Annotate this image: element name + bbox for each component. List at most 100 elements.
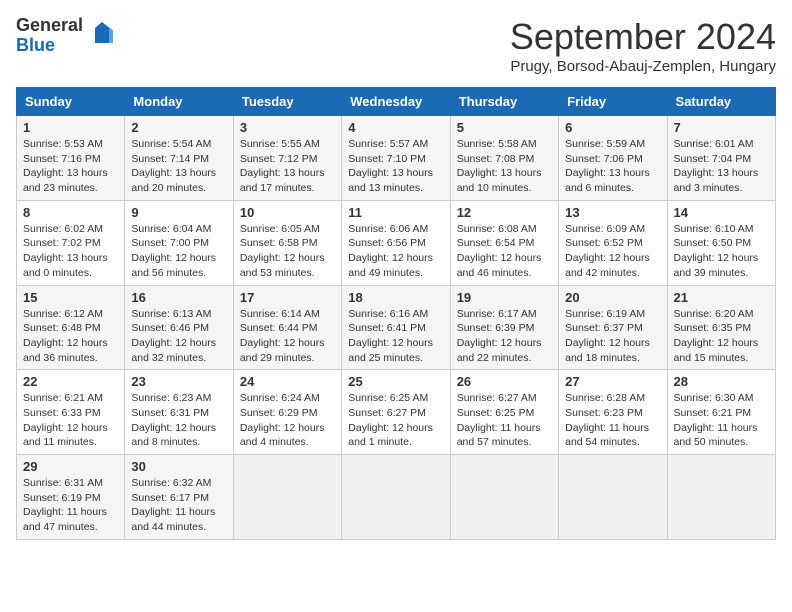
calendar-cell: 22 Sunrise: 6:21 AM Sunset: 6:33 PM Dayli… <box>17 370 125 455</box>
weekday-header: Thursday <box>450 88 558 116</box>
day-number: 6 <box>565 120 660 135</box>
day-info: Sunrise: 6:28 AM Sunset: 6:23 PM Dayligh… <box>565 392 649 448</box>
calendar-cell: 24 Sunrise: 6:24 AM Sunset: 6:29 PM Dayli… <box>233 370 341 455</box>
calendar-cell <box>559 455 667 540</box>
day-info: Sunrise: 6:02 AM Sunset: 7:02 PM Dayligh… <box>23 223 108 279</box>
day-number: 13 <box>565 205 660 220</box>
calendar-cell: 4 Sunrise: 5:57 AM Sunset: 7:10 PM Daylig… <box>342 116 450 201</box>
calendar-cell: 23Sunrise: 6:23 AM Sunset: 6:31 PM Dayli… <box>125 370 233 455</box>
day-number: 14 <box>674 205 769 220</box>
page-header: General Blue September 2024 Prugy, Borso… <box>16 16 776 75</box>
calendar-cell <box>233 455 341 540</box>
calendar-cell: 28 Sunrise: 6:30 AM Sunset: 6:21 PM Dayli… <box>667 370 775 455</box>
day-info: Sunrise: 6:05 AM Sunset: 6:58 PM Dayligh… <box>240 223 325 279</box>
day-number: 4 <box>348 120 443 135</box>
day-number: 10 <box>240 205 335 220</box>
day-info: Sunrise: 6:31 AM Sunset: 6:19 PM Dayligh… <box>23 477 107 533</box>
day-info: Sunrise: 6:09 AM Sunset: 6:52 PM Dayligh… <box>565 223 650 279</box>
calendar-cell: 5Sunrise: 5:58 AM Sunset: 7:08 PM Daylig… <box>450 116 558 201</box>
day-number: 9 <box>131 205 226 220</box>
day-info: Sunrise: 6:19 AM Sunset: 6:37 PM Dayligh… <box>565 308 650 364</box>
day-number: 25 <box>348 374 443 389</box>
day-number: 1 <box>23 120 118 135</box>
day-number: 2 <box>131 120 226 135</box>
day-number: 29 <box>23 459 118 474</box>
day-info: Sunrise: 5:53 AM Sunset: 7:16 PM Dayligh… <box>23 138 108 194</box>
day-info: Sunrise: 6:12 AM Sunset: 6:48 PM Dayligh… <box>23 308 108 364</box>
day-info: Sunrise: 6:27 AM Sunset: 6:25 PM Dayligh… <box>457 392 541 448</box>
day-number: 21 <box>674 290 769 305</box>
calendar-cell: 9 Sunrise: 6:04 AM Sunset: 7:00 PM Daylig… <box>125 200 233 285</box>
month-title: September 2024 <box>510 16 776 58</box>
day-number: 23 <box>131 374 226 389</box>
weekday-header: Friday <box>559 88 667 116</box>
calendar-cell: 17 Sunrise: 6:14 AM Sunset: 6:44 PM Dayli… <box>233 285 341 370</box>
weekday-header: Sunday <box>17 88 125 116</box>
day-info: Sunrise: 5:55 AM Sunset: 7:12 PM Dayligh… <box>240 138 325 194</box>
calendar-cell: 13 Sunrise: 6:09 AM Sunset: 6:52 PM Dayli… <box>559 200 667 285</box>
calendar-cell: 21Sunrise: 6:20 AM Sunset: 6:35 PM Dayli… <box>667 285 775 370</box>
day-number: 16 <box>131 290 226 305</box>
day-number: 17 <box>240 290 335 305</box>
calendar-cell: 30Sunrise: 6:32 AM Sunset: 6:17 PM Dayli… <box>125 455 233 540</box>
calendar-week-row: 29 Sunrise: 6:31 AM Sunset: 6:19 PM Dayli… <box>17 455 776 540</box>
day-number: 3 <box>240 120 335 135</box>
day-number: 19 <box>457 290 552 305</box>
day-info: Sunrise: 5:57 AM Sunset: 7:10 PM Dayligh… <box>348 138 433 194</box>
day-number: 30 <box>131 459 226 474</box>
day-number: 15 <box>23 290 118 305</box>
calendar-cell: 3 Sunrise: 5:55 AM Sunset: 7:12 PM Daylig… <box>233 116 341 201</box>
calendar-cell: 15 Sunrise: 6:12 AM Sunset: 6:48 PM Dayli… <box>17 285 125 370</box>
day-info: Sunrise: 6:16 AM Sunset: 6:41 PM Dayligh… <box>348 308 433 364</box>
calendar-cell <box>450 455 558 540</box>
day-info: Sunrise: 6:24 AM Sunset: 6:29 PM Dayligh… <box>240 392 325 448</box>
weekday-header: Tuesday <box>233 88 341 116</box>
day-number: 28 <box>674 374 769 389</box>
day-number: 24 <box>240 374 335 389</box>
calendar-cell: 12Sunrise: 6:08 AM Sunset: 6:54 PM Dayli… <box>450 200 558 285</box>
logo-blue: Blue <box>16 36 83 56</box>
day-number: 5 <box>457 120 552 135</box>
calendar-cell: 7Sunrise: 6:01 AM Sunset: 7:04 PM Daylig… <box>667 116 775 201</box>
day-info: Sunrise: 6:30 AM Sunset: 6:21 PM Dayligh… <box>674 392 758 448</box>
weekday-header: Saturday <box>667 88 775 116</box>
calendar-cell: 19 Sunrise: 6:17 AM Sunset: 6:39 PM Dayli… <box>450 285 558 370</box>
weekday-header: Monday <box>125 88 233 116</box>
calendar-week-row: 8 Sunrise: 6:02 AM Sunset: 7:02 PM Daylig… <box>17 200 776 285</box>
weekday-header: Wednesday <box>342 88 450 116</box>
calendar-week-row: 22 Sunrise: 6:21 AM Sunset: 6:33 PM Dayli… <box>17 370 776 455</box>
day-info: Sunrise: 6:25 AM Sunset: 6:27 PM Dayligh… <box>348 392 433 448</box>
logo-general: General <box>16 16 83 36</box>
calendar-cell: 2Sunrise: 5:54 AM Sunset: 7:14 PM Daylig… <box>125 116 233 201</box>
location: Prugy, Borsod-Abauj-Zemplen, Hungary <box>510 58 776 75</box>
day-number: 8 <box>23 205 118 220</box>
calendar-cell: 6 Sunrise: 5:59 AM Sunset: 7:06 PM Daylig… <box>559 116 667 201</box>
day-info: Sunrise: 5:59 AM Sunset: 7:06 PM Dayligh… <box>565 138 650 194</box>
day-info: Sunrise: 6:21 AM Sunset: 6:33 PM Dayligh… <box>23 392 108 448</box>
day-number: 26 <box>457 374 552 389</box>
calendar-cell: 26 Sunrise: 6:27 AM Sunset: 6:25 PM Dayli… <box>450 370 558 455</box>
day-info: Sunrise: 6:14 AM Sunset: 6:44 PM Dayligh… <box>240 308 325 364</box>
day-number: 7 <box>674 120 769 135</box>
calendar-cell: 14 Sunrise: 6:10 AM Sunset: 6:50 PM Dayli… <box>667 200 775 285</box>
calendar-cell: 29 Sunrise: 6:31 AM Sunset: 6:19 PM Dayli… <box>17 455 125 540</box>
weekday-header-row: SundayMondayTuesdayWednesdayThursdayFrid… <box>17 88 776 116</box>
day-info: Sunrise: 6:04 AM Sunset: 7:00 PM Dayligh… <box>131 223 216 279</box>
calendar-cell: 1 Sunrise: 5:53 AM Sunset: 7:16 PM Daylig… <box>17 116 125 201</box>
day-number: 18 <box>348 290 443 305</box>
calendar-cell: 18 Sunrise: 6:16 AM Sunset: 6:41 PM Dayli… <box>342 285 450 370</box>
calendar-cell: 10 Sunrise: 6:05 AM Sunset: 6:58 PM Dayli… <box>233 200 341 285</box>
day-number: 27 <box>565 374 660 389</box>
logo-icon <box>87 18 117 53</box>
calendar-week-row: 15 Sunrise: 6:12 AM Sunset: 6:48 PM Dayli… <box>17 285 776 370</box>
calendar-cell: 8 Sunrise: 6:02 AM Sunset: 7:02 PM Daylig… <box>17 200 125 285</box>
calendar-cell <box>667 455 775 540</box>
day-info: Sunrise: 6:13 AM Sunset: 6:46 PM Dayligh… <box>131 308 216 364</box>
day-number: 20 <box>565 290 660 305</box>
calendar-cell: 11Sunrise: 6:06 AM Sunset: 6:56 PM Dayli… <box>342 200 450 285</box>
logo: General Blue <box>16 16 117 56</box>
day-info: Sunrise: 6:17 AM Sunset: 6:39 PM Dayligh… <box>457 308 542 364</box>
day-info: Sunrise: 6:10 AM Sunset: 6:50 PM Dayligh… <box>674 223 759 279</box>
day-number: 22 <box>23 374 118 389</box>
calendar-cell <box>342 455 450 540</box>
